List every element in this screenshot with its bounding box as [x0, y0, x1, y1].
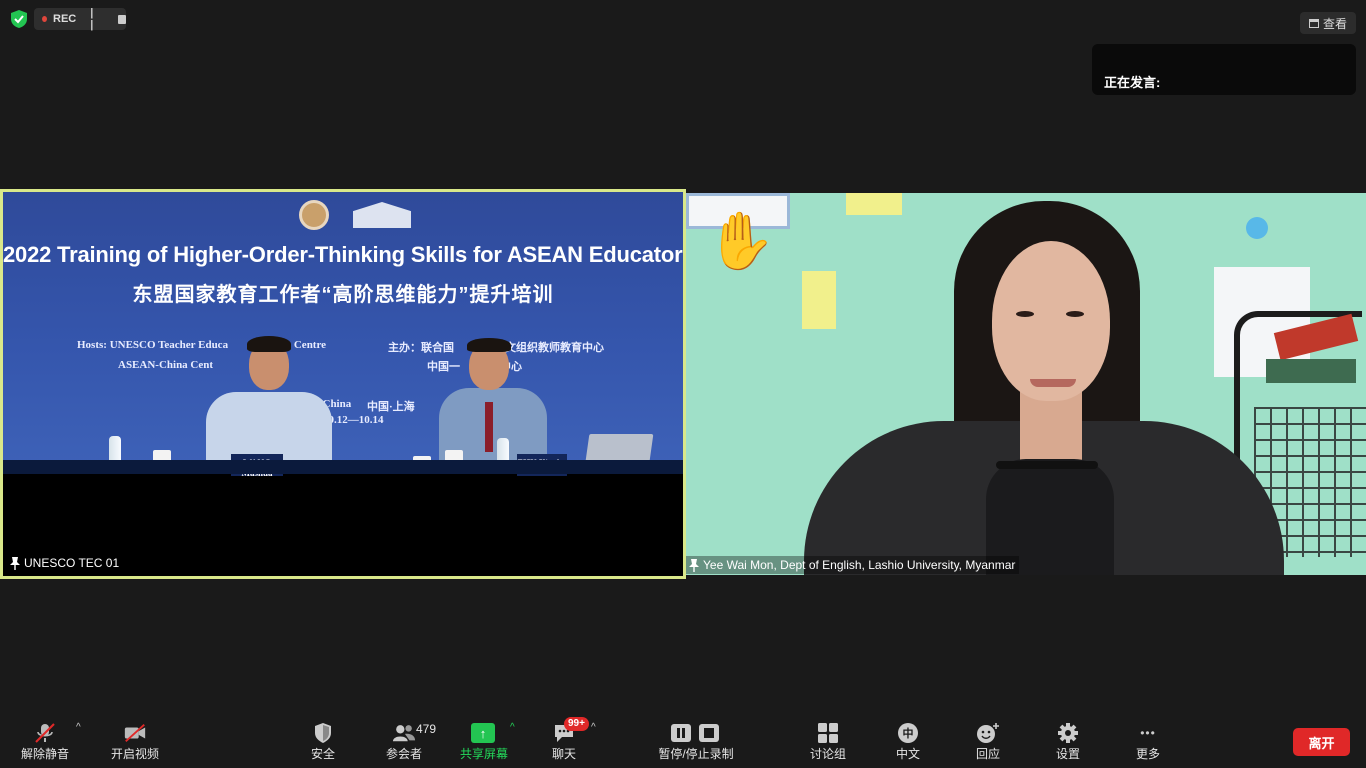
- participant-face: [992, 241, 1110, 401]
- eye: [1066, 311, 1084, 317]
- emoji-reaction-icon: [976, 722, 1000, 744]
- pin-icon: [10, 557, 20, 570]
- reactions-label: 回应: [975, 747, 1000, 761]
- conference-stage-video: 2022 Training of Higher-Order-Thinking S…: [3, 192, 686, 478]
- audio-options-chevron-icon[interactable]: ^: [76, 722, 81, 733]
- meeting-toolbar: 解除静音 ^ 开启视频 安全 参会者 479 ↑ 共享屏幕 ^ 聊天 ^ 暂停/…: [0, 716, 1366, 768]
- settings-label: 设置: [1055, 747, 1080, 761]
- unesco-logo-icon: [353, 202, 411, 228]
- chat-label: 聊天: [551, 747, 576, 761]
- participant-count: 479: [416, 722, 437, 736]
- pin-icon: [689, 559, 699, 572]
- participant-name: Yee Wai Mon, Dept of English, Lashio Uni…: [703, 558, 1016, 572]
- security-button[interactable]: 安全: [300, 716, 346, 768]
- participant-name: UNESCO TEC 01: [24, 556, 120, 570]
- hosts-zh-line1-tail: 文组织教师教育中心: [505, 342, 604, 354]
- language-label: 中文: [895, 747, 920, 761]
- raised-hand-icon: ✋: [706, 209, 776, 272]
- security-label: 安全: [310, 747, 335, 761]
- sticky-note: [802, 271, 836, 329]
- pause-stop-recording-label: 暂停/停止录制: [658, 747, 734, 761]
- participant-neck: [1020, 389, 1082, 469]
- organizer-logos: [299, 200, 411, 230]
- start-video-button[interactable]: 开启视频: [106, 716, 164, 768]
- chat-options-chevron-icon[interactable]: ^: [591, 722, 596, 733]
- recording-dot-icon: [42, 16, 48, 22]
- seal-logo-icon: [299, 200, 329, 230]
- breakout-rooms-button[interactable]: 讨论组: [806, 716, 850, 768]
- reactions-button[interactable]: 回应: [968, 716, 1008, 768]
- leave-button[interactable]: 离开: [1293, 728, 1350, 756]
- participant-label: UNESCO TEC 01: [7, 554, 124, 572]
- chat-unread-badge: 99+: [564, 717, 589, 731]
- share-screen-button[interactable]: ↑ 共享屏幕: [458, 716, 510, 768]
- share-screen-label: 共享屏幕: [459, 747, 508, 761]
- participants-icon: [392, 722, 416, 744]
- breakout-rooms-icon: [816, 722, 840, 744]
- gear-icon: [1056, 722, 1080, 744]
- hosts-en-line1-tail: n Centre: [285, 339, 327, 351]
- share-options-chevron-icon[interactable]: ^: [510, 722, 515, 733]
- toy-figure: [1246, 217, 1268, 239]
- hosts-zh-line2: 中国一: [427, 361, 460, 373]
- book: [1266, 359, 1356, 383]
- event-dates: 10.12—10.14: [323, 414, 384, 426]
- sticky-note: [846, 193, 902, 215]
- view-button[interactable]: 查看: [1300, 12, 1356, 34]
- banner-title-zh: 东盟国家教育工作者“高阶思维能力”提升培训: [132, 284, 554, 306]
- view-grid-icon: [1308, 18, 1319, 28]
- hosts-en-line1: Hosts: UNESCO Teacher Educa: [77, 339, 229, 351]
- stage-table: [3, 460, 683, 474]
- smile: [1030, 379, 1076, 387]
- pause-recording-icon[interactable]: | |: [90, 7, 100, 31]
- participant-label: Yee Wai Mon, Dept of English, Lashio Uni…: [686, 556, 1020, 574]
- unmute-label: 解除静音: [20, 747, 69, 761]
- unmute-button[interactable]: 解除静音: [16, 716, 74, 768]
- share-screen-icon: ↑: [471, 722, 495, 744]
- choker-necklace: [996, 461, 1098, 469]
- microphone-muted-icon: [33, 722, 57, 744]
- more-dots-icon: •••: [1140, 726, 1156, 740]
- settings-button[interactable]: 设置: [1048, 716, 1088, 768]
- start-video-label: 开启视频: [110, 747, 159, 761]
- camera-off-icon: [123, 722, 147, 744]
- video-tile-unesco[interactable]: 2022 Training of Higher-Order-Thinking S…: [0, 189, 686, 579]
- banner-title-en: 2022 Training of Higher-Order-Thinking S…: [3, 242, 686, 267]
- pause-stop-recording-button[interactable]: 暂停/停止录制: [652, 716, 740, 768]
- breakout-rooms-label: 讨论组: [809, 747, 846, 761]
- more-label: 更多: [1135, 747, 1160, 761]
- hosts-en-line2: ASEAN-China Cent: [118, 359, 214, 371]
- recording-indicator[interactable]: REC | |: [34, 7, 126, 31]
- venue-zh: 中国·上海: [367, 401, 415, 413]
- recording-label: REC: [53, 13, 77, 25]
- eye: [1016, 311, 1034, 317]
- security-shield-icon[interactable]: [9, 9, 29, 29]
- pause-stop-icons: [670, 722, 722, 744]
- participants-label: 参会者: [385, 747, 422, 761]
- active-speaker-panel: 正在发言:: [1092, 44, 1356, 95]
- speaking-label: 正在发言:: [1104, 75, 1161, 90]
- more-button[interactable]: ••• 更多: [1128, 716, 1168, 768]
- shield-icon: [311, 722, 335, 744]
- language-globe-icon: 中: [896, 722, 920, 744]
- hosts-zh-line1: 主办：联合国: [388, 342, 454, 354]
- language-button[interactable]: 中 中文: [888, 716, 928, 768]
- video-tile-yee-wai-mon[interactable]: ✋ Yee Wai Mon, Dept of English, Lashio U…: [686, 193, 1366, 575]
- stop-recording-icon[interactable]: [118, 14, 126, 24]
- view-button-label: 查看: [1322, 16, 1347, 31]
